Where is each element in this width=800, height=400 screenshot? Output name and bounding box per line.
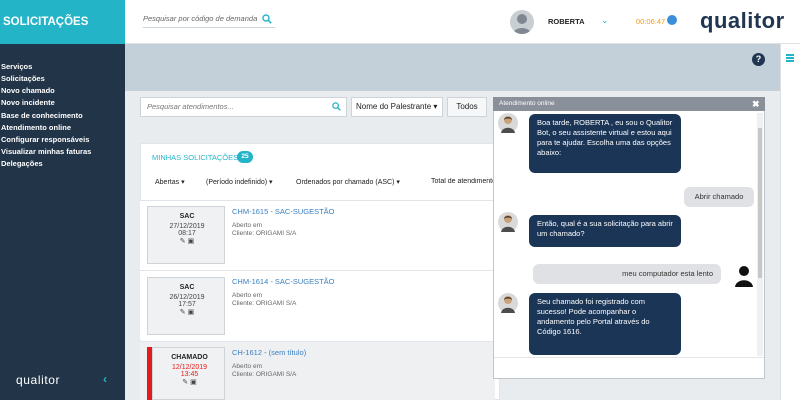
- card-title[interactable]: CHM-1614 - SAC-SUGESTÃO: [232, 277, 335, 286]
- global-search-input[interactable]: Pesquisar por código de demanda: [143, 14, 275, 28]
- chevron-down-icon[interactable]: ⌄: [601, 15, 609, 26]
- card-title[interactable]: CHM-1615 - SAC-SUGESTÃO: [232, 207, 335, 216]
- app-title: SOLICITAÇÕES: [0, 0, 125, 44]
- card-left: SAC 26/12/2019 17:57 ✎ ▣: [147, 277, 225, 335]
- card-status: Aberto em: [232, 363, 262, 370]
- user-message: meu computador esta lento: [533, 264, 721, 284]
- sidebar: [0, 0, 125, 400]
- card-client: Cliente: ORIGAMI S/A: [232, 230, 297, 237]
- user-icon: [735, 266, 753, 287]
- sidebar-item-atendimento-online[interactable]: Atendimento online: [0, 123, 125, 135]
- user-message: Abrir chamado: [684, 187, 754, 207]
- search-icon[interactable]: [332, 102, 341, 111]
- card-title[interactable]: CH-1612 - (sem título): [232, 348, 306, 357]
- refresh-icon[interactable]: [667, 15, 677, 25]
- sidebar-item-solicitacoes[interactable]: Solicitações: [0, 74, 125, 86]
- card-actions[interactable]: ✎ ▣: [153, 378, 226, 386]
- close-icon[interactable]: ✖: [752, 97, 760, 111]
- requests-title: MINHAS SOLICITAÇÕES: [152, 153, 239, 162]
- sidebar-item-servicos[interactable]: Serviços: [0, 62, 125, 74]
- todos-button[interactable]: Todos: [447, 97, 487, 117]
- user-name[interactable]: ROBERTA: [548, 17, 585, 26]
- sidebar-item-visualizar-faturas[interactable]: Visualizar minhas faturas: [0, 147, 125, 159]
- requests-count-badge: 25: [237, 151, 253, 163]
- bot-avatar-icon: [501, 296, 515, 313]
- order-filter[interactable]: Ordenados por chamado (ASC) ▾: [296, 178, 400, 186]
- card-status: Aberto em: [232, 292, 262, 299]
- sidebar-item-base-conhecimento[interactable]: Base de conhecimento: [0, 111, 125, 123]
- session-timer: 00:06:47: [636, 17, 666, 26]
- search-input[interactable]: Pesquisar atendimentos...: [140, 97, 347, 117]
- page-banner: [125, 44, 780, 91]
- sidebar-item-novo-incidente[interactable]: Novo incidente: [0, 98, 125, 110]
- sidebar-item-delegacoes[interactable]: Delegações: [0, 159, 125, 171]
- card-actions[interactable]: ✎ ▣: [148, 308, 226, 316]
- bot-message: Seu chamado foi registrado com sucesso! …: [529, 293, 681, 355]
- card-client: Cliente: ORIGAMI S/A: [232, 300, 297, 307]
- bot-message: Então, qual é a sua solicitação para abr…: [529, 215, 681, 247]
- bot-message: Boa tarde, ROBERTA , eu sou o Qualitor B…: [529, 114, 681, 173]
- sidebar-collapse-button[interactable]: ‹: [103, 372, 107, 386]
- status-filter[interactable]: Abertas ▾: [155, 178, 185, 186]
- total-label: Total de atendimentos: [431, 178, 493, 185]
- search-icon[interactable]: [262, 14, 272, 24]
- card-client: Cliente: ORIGAMI S/A: [232, 371, 297, 378]
- card-left: CHAMADO 12/12/2019 13:45 ✎ ▣: [152, 347, 225, 400]
- bot-avatar: [498, 293, 518, 313]
- bot-avatar: [498, 212, 518, 232]
- right-rail: [780, 44, 800, 400]
- chat-header: Atendimento online: [493, 97, 765, 111]
- qualitor-logo: qualitor: [700, 8, 785, 33]
- chat-scroll-thumb[interactable]: [758, 128, 762, 278]
- avatar[interactable]: [510, 10, 534, 34]
- period-filter[interactable]: (Período indefinido) ▾: [206, 178, 273, 186]
- bot-avatar-icon: [501, 116, 515, 133]
- sidebar-item-configurar-responsaveis[interactable]: Configurar responsáveis: [0, 135, 125, 147]
- chat-input-area[interactable]: [494, 357, 764, 378]
- card-left: SAC 27/12/2019 08:17 ✎ ▣: [147, 206, 225, 264]
- card-actions[interactable]: ✎ ▣: [148, 237, 226, 245]
- menu-icon[interactable]: [786, 54, 794, 62]
- bot-avatar-icon: [501, 215, 515, 232]
- bot-avatar: [498, 113, 518, 133]
- card-status: Aberto em: [232, 222, 262, 229]
- help-icon[interactable]: ?: [752, 53, 765, 66]
- user-avatar-icon: [513, 14, 531, 34]
- sidebar-logo: qualitor: [16, 373, 61, 387]
- speaker-select[interactable]: Nome do Palestrante ▾: [351, 97, 443, 117]
- sidebar-item-novo-chamado[interactable]: Novo chamado: [0, 86, 125, 98]
